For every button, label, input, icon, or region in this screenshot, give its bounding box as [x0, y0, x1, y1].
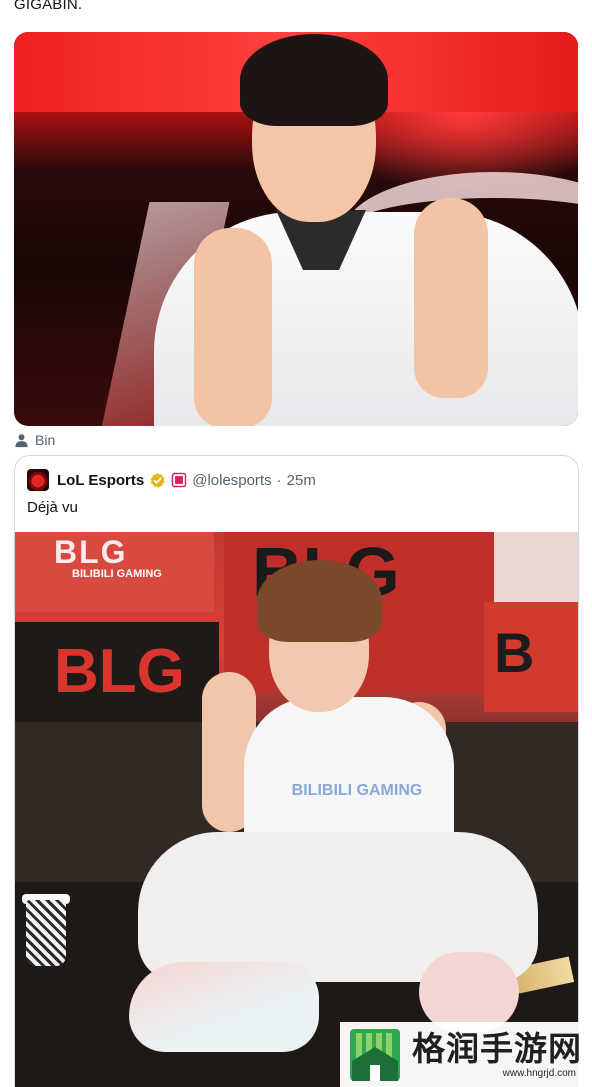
coffee-cup [26, 900, 66, 966]
player-hair [257, 560, 382, 642]
backdrop-banner: BLG [15, 622, 219, 732]
player-hair [240, 34, 388, 126]
org-badge-icon [171, 472, 187, 488]
player-hand-three [194, 228, 272, 426]
post-text: GIGABIN. [14, 0, 83, 13]
photo-credit[interactable]: Bin [14, 431, 55, 449]
banner-subtitle: BILIBILI GAMING [72, 568, 162, 580]
shirt-print: BILIBILI GAMING [291, 782, 423, 799]
separator: · [276, 471, 282, 489]
watermark-logo-icon [350, 1028, 400, 1081]
player-hand-one [414, 198, 488, 398]
display-name[interactable]: LoL Esports [57, 472, 144, 489]
quoted-tweet-photo[interactable]: BLG BILIBILI GAMING BLG BLG B BILIBILI G… [15, 532, 578, 1087]
handle[interactable]: @lolesports [192, 472, 271, 489]
banner-logo: BLG [54, 637, 185, 706]
watermark-title: 格润手游网 [412, 1030, 582, 1067]
post-photo[interactable] [14, 32, 578, 426]
avatar[interactable] [27, 469, 49, 491]
timestamp[interactable]: 25m [287, 472, 316, 489]
quoted-tweet-text: Déjà vu [27, 499, 78, 516]
banner-logo: BLG [54, 534, 128, 570]
backdrop-banner: B [484, 602, 578, 712]
quoted-tweet[interactable]: LoL Esports @lolesports · 25m Déjà vu BL… [14, 455, 579, 1087]
verified-badge-icon [149, 472, 166, 489]
player-shoe [129, 962, 319, 1052]
player-shoe [419, 952, 519, 1032]
backdrop-banner: BLG BILIBILI GAMING [15, 532, 214, 612]
site-watermark: 格润手游网 www.hngrjd.com [340, 1022, 592, 1087]
photo-credit-name: Bin [35, 432, 56, 448]
person-icon [15, 433, 28, 447]
banner-logo: B [494, 621, 535, 684]
quoted-tweet-header: LoL Esports @lolesports · 25m [27, 469, 316, 491]
watermark-url: www.hngrjd.com [502, 1068, 576, 1079]
